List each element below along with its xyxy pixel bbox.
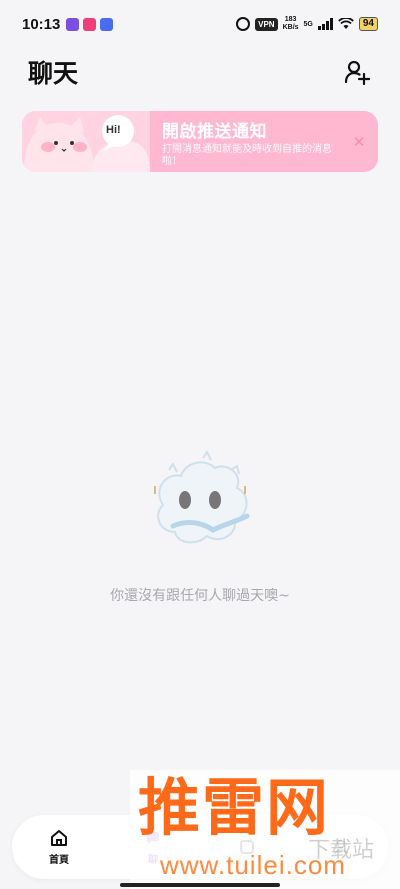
add-friend-button[interactable] — [342, 57, 372, 87]
network-speed-value: 183 — [284, 16, 297, 23]
battery-icon: 94 — [358, 17, 378, 31]
signal-icon — [317, 18, 333, 30]
app-notification-icon — [66, 17, 80, 31]
status-time: 10:13 — [22, 15, 61, 33]
watermark-brand: 推雷网 — [138, 771, 331, 844]
cat-mascot-icon — [22, 111, 150, 172]
alarm-icon — [236, 17, 251, 31]
nav-item-home[interactable]: 首頁 — [12, 815, 106, 879]
vpn-badge: VPN — [255, 17, 278, 31]
watermark-url: www.tuilei.com — [160, 850, 346, 880]
page-header: 聊天 — [0, 50, 400, 94]
status-indicators: VPN 183 KB/s 5G 94 — [236, 16, 378, 32]
network-speed-unit: KB/s — [282, 24, 299, 31]
banner-mascot-illustration: Hi! — [22, 111, 150, 172]
close-icon[interactable]: ✕ — [346, 128, 372, 156]
banner-text: 開啟推送通知 打開消息通知就能及時收到自推的消息啦！ — [150, 115, 346, 168]
network-speed: 183 KB/s — [283, 16, 299, 32]
home-icon — [51, 829, 67, 846]
empty-chat-illustration — [154, 450, 250, 544]
nav-item-label: 首頁 — [49, 854, 69, 866]
add-person-icon — [344, 60, 370, 85]
wifi-icon — [338, 18, 354, 29]
home-indicator[interactable] — [120, 883, 280, 887]
app-notification-icon — [100, 17, 114, 31]
banner-description: 打開消息通知就能及時收到自推的消息啦！ — [162, 144, 332, 167]
watermark-overlay: 推雷网 下载站 www.tuilei.com — [130, 770, 400, 889]
status-bar: 10:13 VPN 183 KB/s 5G 94 — [0, 0, 400, 48]
notification-icons — [66, 17, 114, 31]
banner-title: 開啟推送通知 — [162, 122, 267, 142]
banner-greeting: Hi! — [106, 124, 121, 136]
empty-state-message: 你還沒有跟任何人聊過天噢~ — [110, 588, 290, 604]
network-type: 5G — [303, 20, 313, 28]
push-notification-banner[interactable]: Hi! 開啟推送通知 打開消息通知就能及時收到自推的消息啦！ ✕ — [22, 111, 378, 172]
page-title: 聊天 — [28, 59, 79, 88]
app-notification-icon — [83, 17, 97, 31]
